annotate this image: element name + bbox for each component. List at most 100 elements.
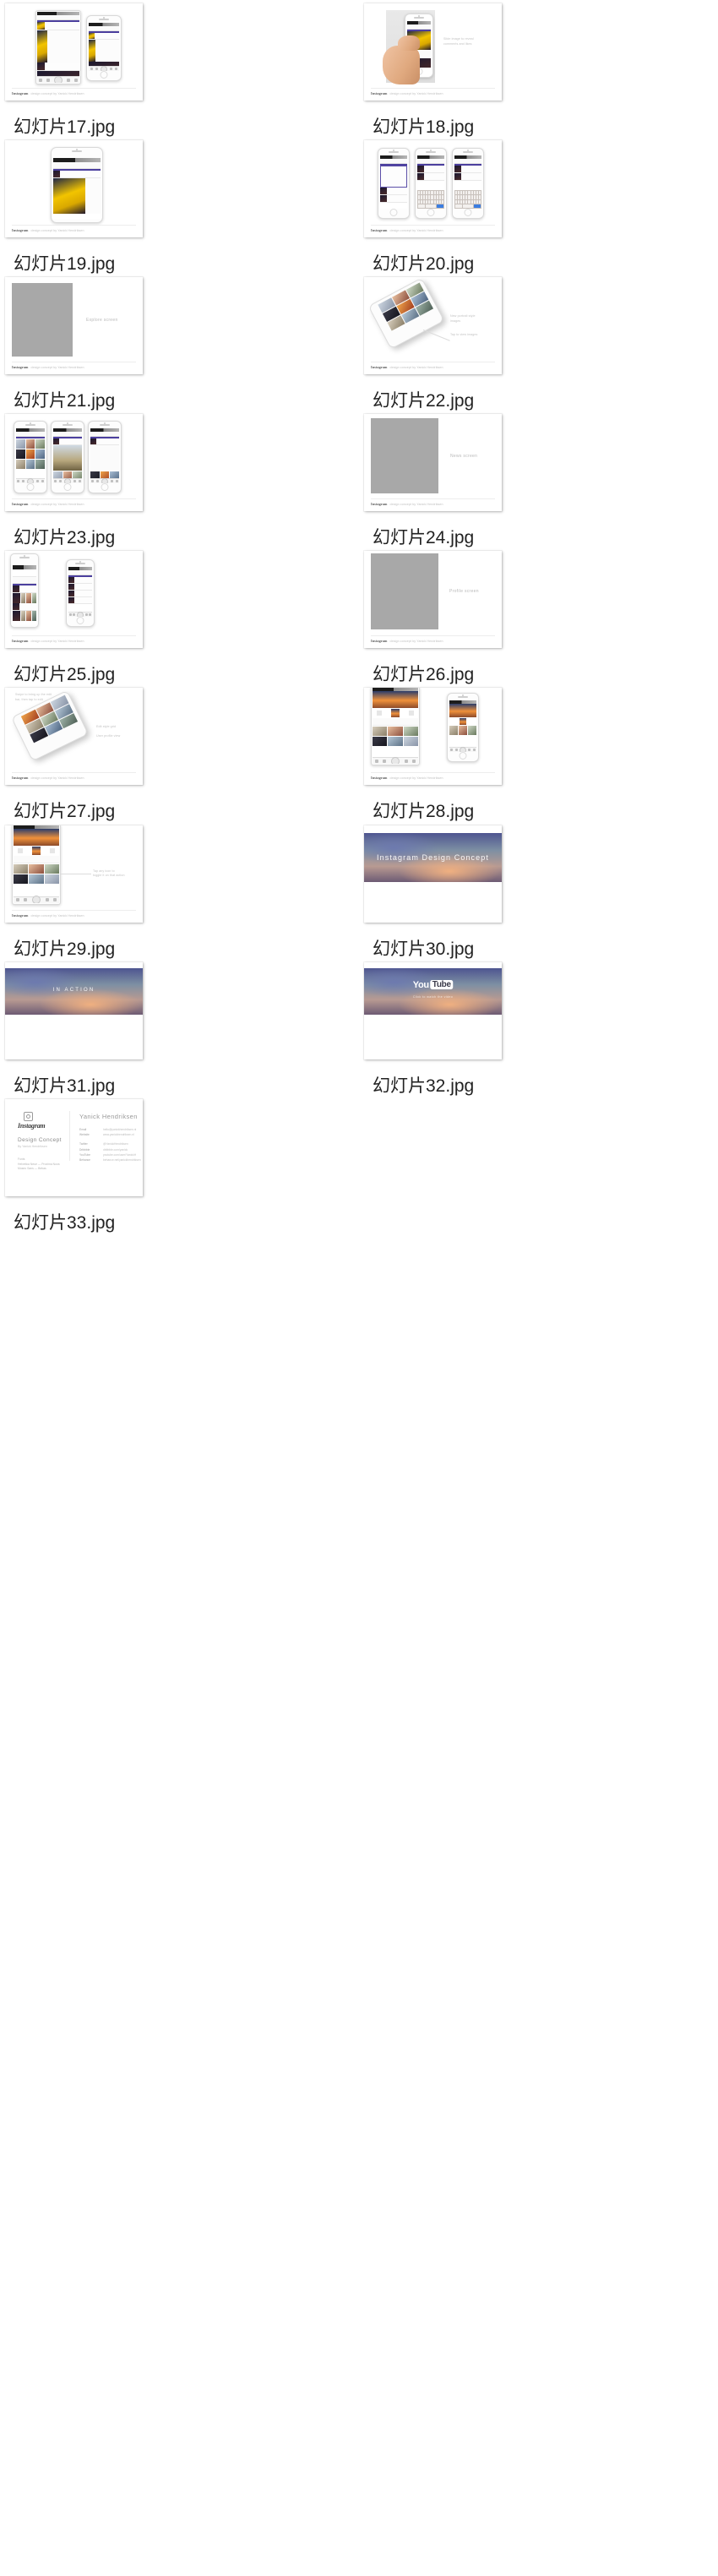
gallery-item[interactable]: Instagram design concept by Yanick Hendr… — [0, 137, 359, 274]
gallery-item[interactable]: Explore screen Instagram design concept … — [0, 274, 359, 411]
gallery-item[interactable]: Instagram Design Concept By Yanick Hendr… — [0, 1096, 359, 1233]
thumbnail-slide-25[interactable]: Instagram design concept by Yanick Hendr… — [5, 551, 143, 649]
file-label[interactable]: 幻灯片31.jpg — [14, 1076, 115, 1096]
file-label[interactable]: 幻灯片19.jpg — [14, 254, 115, 274]
file-label[interactable]: 幻灯片29.jpg — [14, 939, 115, 959]
thumbnail-slide-18[interactable]: Slide image to reveal comments and likes… — [364, 3, 502, 101]
file-label[interactable]: 幻灯片27.jpg — [14, 802, 115, 821]
file-label[interactable]: 幻灯片24.jpg — [373, 528, 474, 547]
angled-phone-mockup — [367, 277, 445, 350]
gallery-item[interactable]: Instagram design concept by Yanick Hendr… — [359, 137, 718, 274]
file-label[interactable]: 幻灯片17.jpg — [14, 117, 115, 137]
file-label[interactable]: 幻灯片21.jpg — [14, 391, 115, 411]
credits-author-name: Yanick Hendriksen — [79, 1112, 138, 1120]
divider — [69, 1110, 70, 1161]
thumbnail-slide-17[interactable]: Instagram design concept by Yanick Hendr… — [5, 3, 143, 101]
slide-footer: Instagram design concept by Yanick Hendr… — [12, 228, 84, 232]
placeholder-block — [371, 553, 438, 630]
slide-content: New portrait style images Tap to view im… — [364, 277, 502, 375]
slide-footer-sub: design concept by Yanick Hendriksen — [30, 503, 84, 507]
slide-callout-secondary: Tap to view images — [450, 333, 478, 337]
file-label[interactable]: 幻灯片28.jpg — [373, 802, 474, 821]
slide-footer: Instagram design concept by Yanick Hendr… — [371, 776, 443, 780]
gallery-item[interactable]: IN ACTION 幻灯片31.jpg — [0, 959, 359, 1096]
onscreen-keyboard — [417, 190, 444, 210]
slide-footer: Instagram design concept by Yanick Hendr… — [12, 91, 84, 95]
contact-key: Website — [79, 1133, 90, 1136]
thumbnail-slide-20[interactable]: Instagram design concept by Yanick Hendr… — [364, 140, 502, 238]
thumbnail-slide-19[interactable]: Instagram design concept by Yanick Hendr… — [5, 140, 143, 238]
slide-footer-brand: Instagram — [12, 365, 29, 370]
thumbnail-slide-28[interactable]: Instagram design concept by Yanick Hendr… — [364, 688, 502, 786]
slide-callout: Slide image to reveal comments and likes — [443, 37, 474, 46]
gallery-item[interactable]: Instagram Design Concept 幻灯片30.jpg — [359, 822, 718, 959]
thumbnail-slide-27[interactable]: Swipe to bring up the edit bar, then tap… — [5, 688, 143, 786]
gallery-item[interactable]: Profile screen Instagram design concept … — [359, 547, 718, 684]
thumbnail-slide-22[interactable]: New portrait style images Tap to view im… — [364, 277, 502, 375]
thumbnail-slide-26[interactable]: Profile screen Instagram design concept … — [364, 551, 502, 649]
gallery-item[interactable]: Slide image to reveal comments and likes… — [359, 0, 718, 137]
thumbnail-slide-33[interactable]: Instagram Design Concept By Yanick Hendr… — [5, 1098, 143, 1196]
thumbnail-slide-31[interactable]: IN ACTION — [5, 961, 143, 1059]
phone-mockup-flat — [12, 825, 61, 905]
placeholder-label: Explore screen — [86, 318, 118, 324]
gallery-item[interactable]: Instagram design concept by Yanick Hendr… — [0, 547, 359, 684]
credits-contact-rows: Email hello@yanickhendriksen.nl Website ww… — [79, 1127, 141, 1163]
thumbnail-slide-29[interactable]: Tap any icon to toggle it on that action… — [5, 825, 143, 923]
slide-footer-sub: design concept by Yanick Hendriksen — [30, 640, 84, 644]
phone-mockup-device — [86, 15, 122, 81]
slide-footer-sub: design concept by Yanick Hendriksen — [389, 776, 443, 781]
slide-footer-brand: Instagram — [371, 639, 388, 644]
slide-footer-sub: design concept by Yanick Hendriksen — [389, 92, 443, 95]
slide-footer-sub: design concept by Yanick Hendriksen — [30, 913, 84, 918]
slide-footer-sub: design concept by Yanick Hendriksen — [30, 776, 84, 781]
gallery-item[interactable]: Swipe to bring up the edit bar, then tap… — [0, 684, 359, 821]
phone-mockup-flat — [35, 10, 81, 84]
slide-footer-brand: Instagram — [12, 502, 29, 507]
file-label[interactable]: 幻灯片33.jpg — [14, 1213, 115, 1233]
slide-footer-brand: Instagram — [12, 912, 29, 918]
slide-content: You Tube Click to watch the video — [364, 961, 502, 1059]
file-label[interactable]: 幻灯片23.jpg — [14, 528, 115, 547]
file-label[interactable]: 幻灯片26.jpg — [373, 665, 474, 684]
gallery-item[interactable]: New portrait style images Tap to view im… — [359, 274, 718, 411]
phone-mockup-device — [51, 147, 103, 224]
slide-callout: Swipe to bring up the edit bar, then tap… — [15, 693, 52, 702]
gallery-item[interactable]: News screen Instagram design concept by … — [359, 411, 718, 547]
file-label[interactable]: 幻灯片20.jpg — [373, 254, 474, 274]
placeholder-block — [371, 418, 438, 494]
slide-footer: Instagram design concept by Yanick Hendr… — [371, 228, 443, 232]
youtube-logo-tube: Tube — [430, 980, 454, 990]
file-label[interactable]: 幻灯片32.jpg — [373, 1076, 474, 1096]
slide-footer: Instagram design concept by Yanick Hendr… — [12, 365, 84, 369]
slide-footer-sub: design concept by Yanick Hendriksen — [389, 229, 443, 233]
file-label[interactable]: 幻灯片22.jpg — [373, 391, 474, 411]
thumbnail-gallery: Instagram design concept by Yanick Hendr… — [0, 0, 718, 1233]
slide-footer: Instagram design concept by Yanick Hendr… — [371, 639, 443, 643]
file-label[interactable]: 幻灯片30.jpg — [373, 939, 474, 959]
gallery-item[interactable]: Instagram design concept by Yanick Hendr… — [0, 411, 359, 547]
credits-heading-sub: By Yanick Hendriksen — [18, 1144, 47, 1148]
gallery-item[interactable]: Tap any icon to toggle it on that action… — [0, 822, 359, 959]
slide-content: Tap any icon to toggle it on that action… — [5, 825, 143, 923]
thumbnail-slide-21[interactable]: Explore screen Instagram design concept … — [5, 277, 143, 375]
thumbnail-slide-30[interactable]: Instagram Design Concept — [364, 825, 502, 923]
gallery-item[interactable]: You Tube Click to watch the video 幻灯片32.… — [359, 959, 718, 1096]
thumbnail-slide-24[interactable]: News screen Instagram design concept by … — [364, 414, 502, 512]
instagram-glyph-icon — [24, 1111, 33, 1121]
slide-footer: Instagram design concept by Yanick Hendr… — [12, 639, 84, 643]
phone-mockup-flat — [371, 688, 420, 766]
gallery-item[interactable]: Instagram design concept by Yanick Hendr… — [359, 684, 718, 821]
gradient-background: Instagram Design Concept — [364, 832, 502, 882]
slide-content: Instagram design concept by Yanick Hendr… — [5, 414, 143, 512]
slide-title: IN ACTION — [52, 987, 95, 993]
thumbnail-slide-23[interactable]: Instagram design concept by Yanick Hendr… — [5, 414, 143, 512]
slide-footer-brand: Instagram — [12, 776, 29, 781]
youtube-logo-icon[interactable]: You Tube — [413, 980, 454, 990]
thumbnail-slide-32[interactable]: You Tube Click to watch the video — [364, 961, 502, 1059]
file-label[interactable]: 幻灯片25.jpg — [14, 665, 115, 684]
slide-callout: New portrait style images — [450, 314, 476, 323]
file-label[interactable]: 幻灯片18.jpg — [373, 117, 474, 137]
gallery-item[interactable]: Instagram design concept by Yanick Hendr… — [0, 0, 359, 137]
slide-title: Instagram Design Concept — [377, 852, 489, 862]
